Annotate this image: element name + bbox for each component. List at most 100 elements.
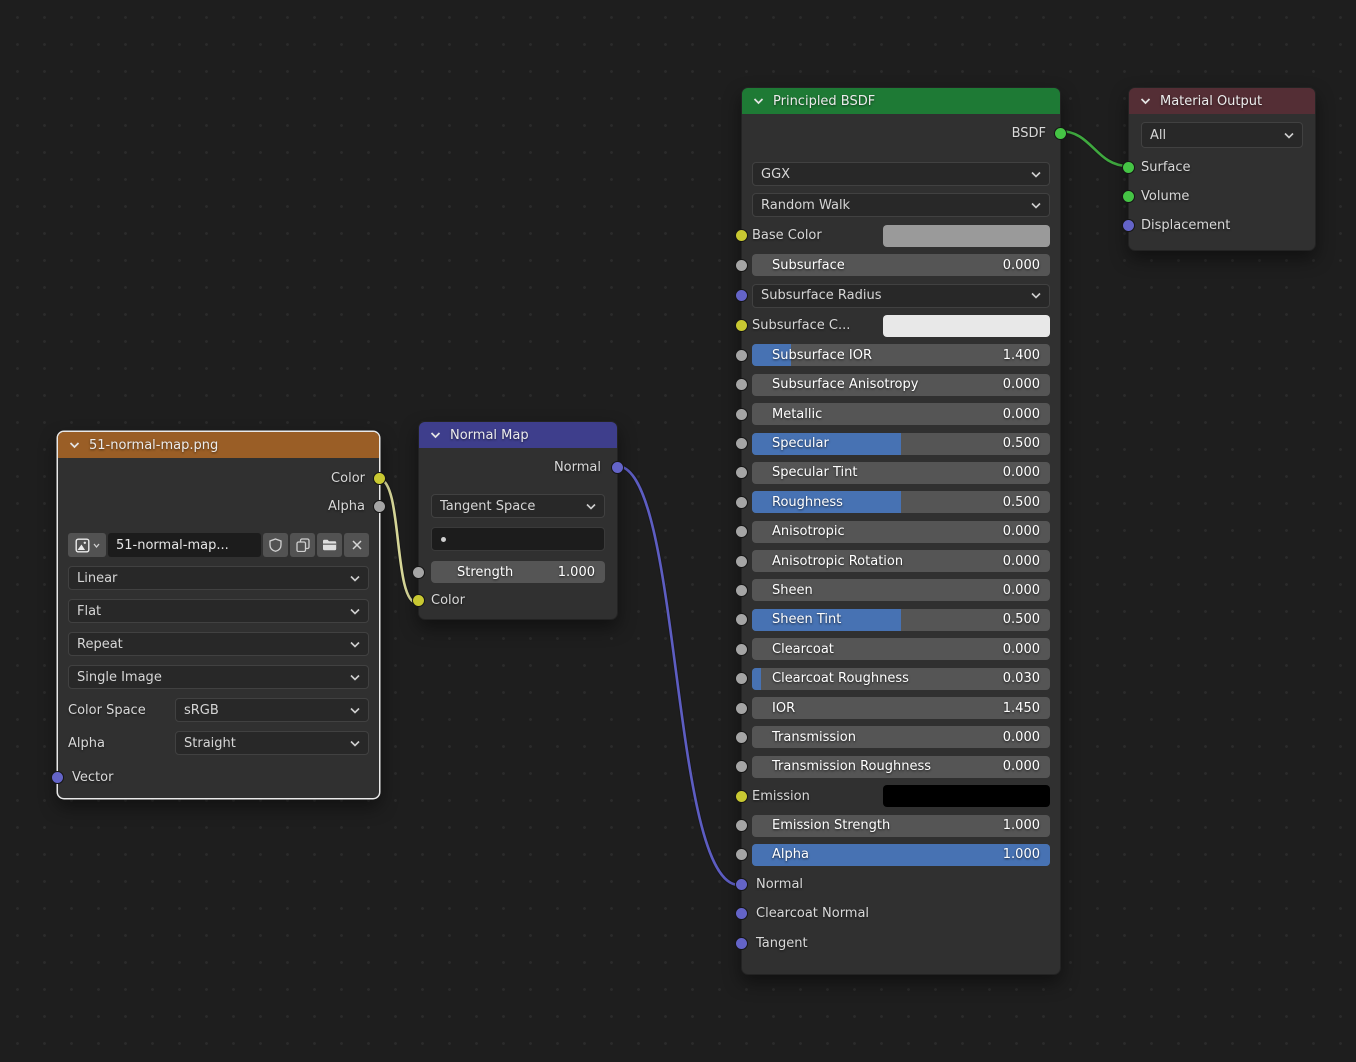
transmission-roughness-slider[interactable]: Transmission Roughness0.000 (752, 756, 1050, 778)
clearcoat-input-socket[interactable] (735, 643, 748, 656)
transmission-slider[interactable]: Transmission0.000 (752, 726, 1050, 748)
specular-tint-slider[interactable]: Specular Tint0.000 (752, 462, 1050, 484)
clearcoat-slider[interactable]: Clearcoat0.000 (752, 638, 1050, 660)
strength-slider[interactable]: Strength 1.000 (431, 561, 605, 583)
chevron-down-icon (1031, 292, 1041, 299)
roughness-input-socket[interactable] (735, 496, 748, 509)
base-color-swatch[interactable] (883, 225, 1050, 247)
collapse-chevron-icon[interactable] (1140, 97, 1151, 105)
sheen-tint-input-socket[interactable] (735, 613, 748, 626)
transmission-roughness-input-socket[interactable] (735, 760, 748, 773)
subsurface-c-swatch[interactable] (883, 315, 1050, 337)
color-output-socket[interactable] (373, 472, 386, 485)
subsurface-radius-dropdown[interactable]: Subsurface Radius (752, 284, 1050, 308)
dropdown-value: GGX (761, 167, 1031, 182)
emission-strength-input-socket[interactable] (735, 819, 748, 832)
single-image-dropdown[interactable]: Single Image (68, 665, 369, 689)
normal-output-socket[interactable] (611, 461, 624, 474)
unlink-button[interactable] (344, 533, 369, 557)
clearcoat-roughness-input-socket[interactable] (735, 672, 748, 685)
anisotropic-rotation-slider[interactable]: Anisotropic Rotation0.000 (752, 550, 1050, 572)
repeat-dropdown[interactable]: Repeat (68, 632, 369, 656)
sheen-input-socket[interactable] (735, 584, 748, 597)
strength-value: 1.000 (558, 565, 605, 580)
normal-map-header[interactable]: Normal Map (419, 422, 617, 448)
anisotropic-rotation-input-socket[interactable] (735, 555, 748, 568)
anisotropic-slider[interactable]: Anisotropic0.000 (752, 521, 1050, 543)
bsdf-output-socket[interactable] (1054, 127, 1067, 140)
principled-bsdf-node[interactable]: Principled BSDF BSDF GGXRandom WalkBase … (741, 87, 1061, 975)
clearcoat-roughness-slider[interactable]: Clearcoat Roughness0.030 (752, 668, 1050, 690)
color-space-dropdown[interactable]: sRGB (175, 698, 369, 722)
subsurface-anisotropy-input-socket[interactable] (735, 378, 748, 391)
collapse-chevron-icon[interactable] (753, 97, 764, 105)
anisotropic-input-socket[interactable] (735, 525, 748, 538)
emission-input-socket[interactable] (735, 790, 748, 803)
ior-input-socket[interactable] (735, 702, 748, 715)
image-texture-node[interactable]: 51-normal-map.png Color Alpha 51-normal-… (57, 431, 380, 799)
flat-dropdown[interactable]: Flat (68, 599, 369, 623)
collapse-chevron-icon[interactable] (430, 431, 441, 439)
displacement-input-socket[interactable] (1122, 219, 1135, 232)
image-texture-header[interactable]: 51-normal-map.png (58, 432, 379, 458)
subsurface-row: Subsurface0.000 (752, 254, 1050, 276)
ggx-dropdown[interactable]: GGX (752, 162, 1050, 186)
material-output-header[interactable]: Material Output (1129, 88, 1315, 114)
space-dropdown[interactable]: Tangent Space (431, 494, 605, 518)
slider-value: 0.000 (1003, 583, 1050, 598)
normal-map-node[interactable]: Normal Map Normal Tangent Space Strength… (418, 421, 618, 620)
strength-input-socket[interactable] (412, 566, 425, 579)
close-icon (351, 539, 363, 551)
volume-input-socket[interactable] (1122, 190, 1135, 203)
clearcoat-normal-input-socket[interactable] (735, 907, 748, 920)
color-input-socket[interactable] (412, 594, 425, 607)
collapse-chevron-icon[interactable] (69, 441, 80, 449)
slider-label: Specular (752, 436, 1003, 451)
surface-input-socket[interactable] (1122, 161, 1135, 174)
image-browse-button[interactable] (68, 533, 106, 557)
random-walk-dropdown[interactable]: Random Walk (752, 193, 1050, 217)
slider-label: Specular Tint (752, 465, 1003, 480)
metallic-slider[interactable]: Metallic0.000 (752, 403, 1050, 425)
alpha-input-socket[interactable] (735, 848, 748, 861)
material-output-node[interactable]: Material Output All SurfaceVolumeDisplac… (1128, 87, 1316, 251)
subsurface-anisotropy-slider[interactable]: Subsurface Anisotropy0.000 (752, 374, 1050, 396)
vector-input-socket[interactable] (51, 771, 64, 784)
metallic-input-socket[interactable] (735, 408, 748, 421)
target-dropdown[interactable]: All (1141, 122, 1303, 148)
tangent-input-socket[interactable] (735, 937, 748, 950)
base-color-input-socket[interactable] (735, 229, 748, 242)
image-name-field[interactable]: 51-normal-map... (108, 533, 261, 557)
subsurface-radius-input-socket[interactable] (735, 289, 748, 302)
uv-map-field[interactable] (431, 527, 605, 551)
subsurface-ior-input-socket[interactable] (735, 349, 748, 362)
normal-input-socket[interactable] (735, 878, 748, 891)
subsurface-input-socket[interactable] (735, 259, 748, 272)
alpha-output-socket[interactable] (373, 500, 386, 513)
color-row-label: Subsurface C... (752, 318, 883, 333)
alpha-mode-dropdown[interactable]: Straight (175, 731, 369, 755)
subsurface-slider[interactable]: Subsurface0.000 (752, 254, 1050, 276)
specular-input-socket[interactable] (735, 437, 748, 450)
slider-label: Clearcoat (752, 642, 1003, 657)
alpha-slider[interactable]: Alpha1.000 (752, 844, 1050, 866)
duplicate-button[interactable] (290, 533, 315, 557)
specular-slider[interactable]: Specular0.500 (752, 433, 1050, 455)
chevron-down-icon (350, 608, 360, 615)
roughness-slider[interactable]: Roughness0.500 (752, 491, 1050, 513)
slider-label: Sheen Tint (752, 612, 1003, 627)
emission-swatch[interactable] (883, 785, 1050, 807)
principled-bsdf-header[interactable]: Principled BSDF (742, 88, 1060, 114)
sheen-slider[interactable]: Sheen0.000 (752, 579, 1050, 601)
ior-slider[interactable]: IOR1.450 (752, 697, 1050, 719)
linear-dropdown[interactable]: Linear (68, 566, 369, 590)
open-image-button[interactable] (317, 533, 342, 557)
specular-tint-input-socket[interactable] (735, 466, 748, 479)
subsurface-c-input-socket[interactable] (735, 319, 748, 332)
subsurface-ior-slider[interactable]: Subsurface IOR1.400 (752, 344, 1050, 366)
clearcoat-normal-row: Clearcoat Normal (752, 903, 1050, 925)
fake-user-button[interactable] (263, 533, 288, 557)
sheen-tint-slider[interactable]: Sheen Tint0.500 (752, 609, 1050, 631)
transmission-input-socket[interactable] (735, 731, 748, 744)
emission-strength-slider[interactable]: Emission Strength1.000 (752, 815, 1050, 837)
